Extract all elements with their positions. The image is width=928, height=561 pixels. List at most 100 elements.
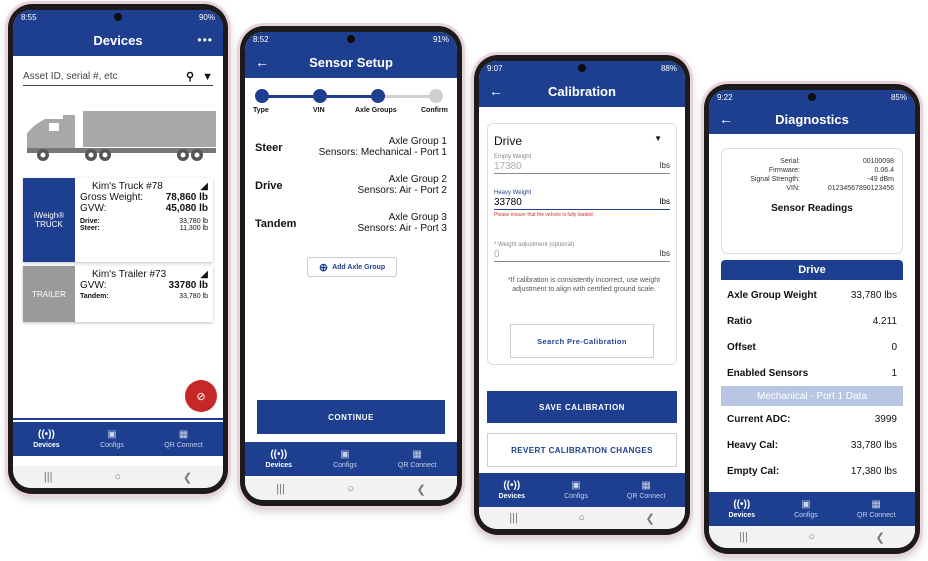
search-input[interactable]: Asset ID, serial #, etc (23, 71, 178, 82)
devices-icon: ((•)) (38, 429, 55, 440)
weight-adjustment-field[interactable]: * Weight adjustment (optional) 0 lbs (494, 242, 670, 262)
drive-readings: Axle Group Weight 33,780 lbs Ratio 4.211 O… (715, 282, 909, 484)
heavy-weight-input[interactable]: 33780 (494, 197, 522, 208)
axle-select-value: Drive (494, 134, 523, 148)
back-icon[interactable]: ❮ (417, 483, 426, 496)
status-battery: 91% (432, 34, 449, 44)
axle-row-tandem[interactable]: Tandem Axle Group 3 Sensors: Air - Port 3 (245, 212, 457, 234)
back-arrow-icon[interactable]: ← (719, 111, 733, 127)
search-icon[interactable]: ⚲ (186, 70, 194, 83)
device-card-truck[interactable]: iWeigh® TRUCK Kim's Truck #78 ◢ Gross We… (23, 178, 213, 262)
back-icon[interactable]: ❮ (876, 531, 885, 544)
axle-select[interactable]: Drive ▼ (494, 134, 662, 148)
info-value: 01234567890123456 (827, 185, 894, 192)
qr-icon: ▦ (641, 480, 651, 491)
status-time: 9:07 (487, 63, 503, 73)
reading-value: 3999 (874, 413, 897, 425)
reading-key: Axle Group Weight (727, 289, 817, 301)
back-arrow-icon[interactable]: ← (255, 54, 269, 70)
axle-row-label: Steer (255, 142, 283, 154)
nav-qr-connect[interactable]: ▦ QR Connect (164, 429, 203, 449)
reading-value: 4.211 (872, 315, 897, 327)
status-battery: 88% (660, 63, 677, 73)
nav-label: QR Connect (856, 512, 896, 519)
reading-row: Heavy Cal: 33,780 lbs (715, 432, 909, 458)
info-value: 0.06.4 (874, 167, 894, 174)
reading-key: Enabled Sensors (727, 367, 809, 379)
info-row: Firmware: 0.06.4 (722, 166, 902, 175)
divider (13, 418, 223, 420)
back-arrow-icon[interactable]: ← (489, 83, 503, 99)
empty-weight-field[interactable]: Empty Weight 17380 lbs (494, 154, 670, 174)
weight-adjustment-input[interactable]: 0 (494, 249, 500, 260)
search-pre-calibration-button[interactable]: Search Pre-Calibration (510, 324, 654, 358)
nav-configs[interactable]: ▣ Configs (794, 499, 818, 519)
add-axle-group-button[interactable]: ⊕ Add Axle Group (307, 257, 397, 277)
nav-devices[interactable]: ((•)) Devices (33, 429, 59, 449)
front-camera (808, 93, 816, 101)
recents-icon[interactable]: ||| (276, 483, 285, 495)
nav-configs[interactable]: ▣ Configs (100, 429, 124, 449)
device-card-trailer[interactable]: TRAILER Kim's Trailer #73 ◢ GVW: 33780 lb… (23, 266, 213, 322)
reading-row: Enabled Sensors 1 (715, 360, 909, 386)
info-key: Firmware: (768, 167, 800, 174)
gvw-value: 45,080 lb (165, 203, 208, 214)
recents-icon[interactable]: ||| (44, 471, 53, 483)
axle-group: Axle Group 1 (388, 136, 447, 147)
status-time: 9:22 (717, 92, 733, 102)
configs-icon: ▣ (571, 480, 581, 491)
reading-key: Empty Cal: (727, 465, 780, 477)
nav-label: Devices (33, 442, 60, 449)
nav-devices[interactable]: ((•)) Devices (266, 449, 292, 469)
signal-icon: ◢ (200, 269, 208, 280)
home-icon[interactable]: ○ (347, 483, 354, 495)
heavy-weight-field[interactable]: Heavy Weight 33780 lbs Please ensure that… (494, 190, 670, 218)
page-title: Calibration (548, 83, 616, 99)
reading-value: 1 (891, 367, 897, 379)
gvw-value: 33780 lb (168, 280, 208, 291)
search-bar[interactable]: Asset ID, serial #, etc ⚲ ▼ (23, 70, 213, 86)
revert-calibration-button[interactable]: REVERT CALIBRATION CHANGES (487, 433, 677, 467)
system-nav-bar: ||| ○ ❮ (13, 466, 223, 488)
home-icon[interactable]: ○ (808, 531, 815, 543)
nav-devices[interactable]: ((•)) Devices (729, 499, 755, 519)
app-bar: Devices ••• (13, 24, 223, 56)
plus-circle-icon: ⊕ (318, 261, 329, 274)
bluetooth-off-fab[interactable]: ⊘ (185, 380, 217, 412)
save-calibration-button[interactable]: SAVE CALIBRATION (487, 391, 677, 423)
recents-icon[interactable]: ||| (739, 531, 748, 543)
axle-row-drive[interactable]: Drive Axle Group 2 Sensors: Air - Port 2 (245, 174, 457, 196)
step-dot-axle-groups (371, 89, 385, 103)
axle-row-steer[interactable]: Steer Axle Group 1 Sensors: Mechanical - … (245, 136, 457, 158)
continue-button[interactable]: CONTINUE (257, 400, 445, 434)
unit-label: lbs (659, 161, 670, 170)
reading-key: Ratio (727, 315, 752, 327)
bottom-nav: ((•)) Devices ▣ Configs ▦ QR Connect (245, 442, 457, 476)
nav-qr-connect[interactable]: ▦ QR Connect (398, 449, 437, 469)
page-title: Diagnostics (775, 111, 849, 127)
info-row: VIN: 01234567890123456 (722, 184, 902, 193)
info-value: -49 dBm (867, 176, 894, 183)
step-label: VIN (313, 107, 325, 114)
nav-qr-connect[interactable]: ▦ QR Connect (857, 499, 896, 519)
nav-configs[interactable]: ▣ Configs (564, 480, 588, 500)
axle-group: Axle Group 2 (388, 174, 447, 185)
reading-value: 17,380 lbs (850, 465, 897, 477)
truck-illustration (27, 111, 216, 161)
nav-qr-connect[interactable]: ▦ QR Connect (627, 480, 666, 500)
back-icon[interactable]: ❮ (646, 512, 655, 525)
front-camera (347, 35, 355, 43)
sensor-readings-heading: Sensor Readings (771, 203, 853, 214)
nav-devices[interactable]: ((•)) Devices (499, 480, 525, 500)
home-icon[interactable]: ○ (114, 471, 121, 483)
recents-icon[interactable]: ||| (509, 512, 518, 524)
nav-label: QR Connect (397, 462, 437, 469)
reading-key: Current ADC: (727, 413, 791, 425)
nav-configs[interactable]: ▣ Configs (333, 449, 357, 469)
home-icon[interactable]: ○ (578, 512, 585, 524)
empty-weight-input[interactable]: 17380 (494, 161, 522, 172)
filter-icon[interactable]: ▼ (202, 71, 213, 83)
more-menu-icon[interactable]: ••• (197, 33, 213, 47)
back-icon[interactable]: ❮ (183, 471, 192, 484)
device-card-body: Kim's Truck #78 ◢ Gross Weight: 78,860 lb… (75, 178, 213, 262)
